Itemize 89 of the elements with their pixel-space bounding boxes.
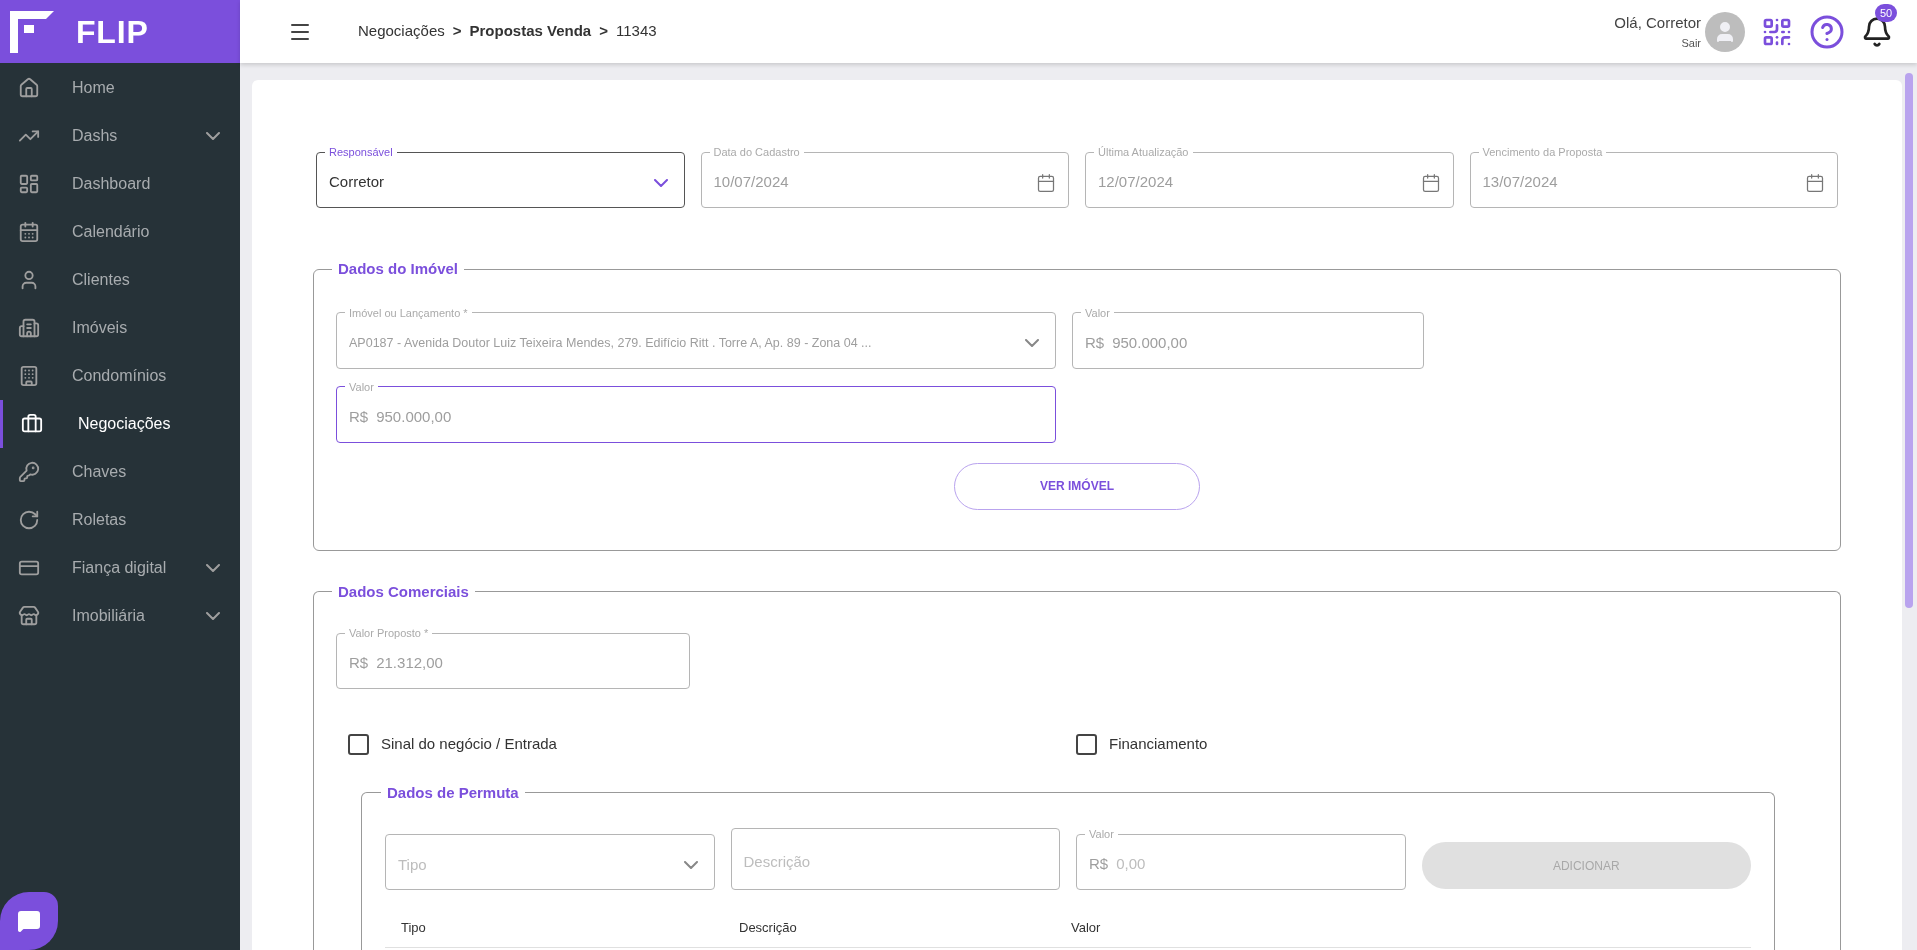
field-label: Imóvel ou Lançamento * bbox=[348, 306, 469, 319]
sidebar-item-label: Dashboard bbox=[72, 174, 152, 194]
column-header: Descrição bbox=[739, 919, 798, 937]
section-title: Dados Comerciais bbox=[337, 581, 470, 602]
sidebar-item[interactable]: Imóveis bbox=[0, 304, 240, 352]
logo-icon bbox=[10, 10, 54, 53]
field-value: Corretor bbox=[329, 172, 385, 193]
breadcrumb-item[interactable]: 11343 bbox=[615, 20, 657, 43]
chat-button[interactable] bbox=[0, 892, 58, 950]
sidebar-item[interactable]: Imobiliária bbox=[0, 592, 240, 640]
sidebar-item[interactable]: Fiança digital bbox=[0, 544, 240, 592]
currency-prefix: R$ bbox=[349, 653, 369, 674]
chevron-down-icon bbox=[206, 564, 220, 572]
sidebar-item-label: Imóveis bbox=[72, 318, 129, 338]
sidebar-item-label: Chaves bbox=[72, 462, 128, 482]
sidebar-item-label: Fiança digital bbox=[72, 558, 168, 578]
field-value: 13/07/2024 bbox=[1482, 172, 1559, 193]
sidebar-item[interactable]: Home bbox=[0, 64, 240, 112]
logo-text: FLIP bbox=[76, 12, 149, 52]
field-value: 21.312,00 bbox=[376, 653, 444, 674]
key-icon bbox=[18, 461, 40, 483]
breadcrumb-separator: > bbox=[452, 21, 462, 42]
field-placeholder: Tipo bbox=[398, 854, 428, 875]
section-title: Dados do Imóvel bbox=[337, 259, 460, 279]
field-label: Última Atualização bbox=[1097, 146, 1190, 158]
field-label: Valor Proposto * bbox=[348, 627, 430, 639]
column-header: Tipo bbox=[401, 919, 427, 937]
currency-prefix: R$ bbox=[1089, 854, 1109, 875]
field-label: Data do Cadastro bbox=[712, 146, 801, 158]
calendar-icon bbox=[18, 221, 40, 243]
building-icon bbox=[18, 365, 40, 387]
breadcrumb-separator: > bbox=[599, 21, 608, 42]
checkbox-label: Sinal do negócio / Entrada bbox=[381, 734, 557, 754]
sidebar-item-label: Condomínios bbox=[72, 366, 168, 386]
field-label: Valor bbox=[348, 380, 375, 393]
sidebar-item-label: Dashs bbox=[72, 126, 119, 146]
field-value: 950.000,00 bbox=[376, 406, 453, 427]
sidebar-item[interactable]: Calendário bbox=[0, 208, 240, 256]
chevron-down-icon bbox=[1025, 339, 1039, 347]
user-greeting: Olá, Corretor bbox=[1614, 13, 1701, 33]
section-title: Dados de Permuta bbox=[386, 782, 520, 803]
store-icon bbox=[18, 605, 40, 627]
field-label: Valor bbox=[1088, 828, 1115, 840]
sidebar-item-label: Roletas bbox=[72, 510, 128, 530]
notification-bell-icon[interactable] bbox=[1861, 15, 1893, 48]
column-header: Valor bbox=[1071, 919, 1102, 937]
checkbox-label: Financiamento bbox=[1109, 734, 1208, 754]
field-value: AP0187 - Avenida Doutor Luiz Teixeira Mendes, 279. Edifício Ritt . Torre A, Ap. 89 - Zona 04 ... bbox=[349, 334, 873, 352]
field-value: 950.000,00 bbox=[1112, 332, 1189, 353]
sidebar-item-label: Clientes bbox=[72, 270, 131, 290]
sidebar-item-label: Imobiliária bbox=[72, 606, 146, 626]
chevron-down-icon bbox=[683, 861, 698, 869]
currency-prefix: R$ bbox=[349, 406, 369, 427]
field-value: 10/07/2024 bbox=[713, 172, 790, 193]
field-label: Vencimento da Proposta bbox=[1481, 146, 1604, 158]
dashboard-icon bbox=[18, 173, 40, 195]
house-icon bbox=[18, 317, 40, 339]
rotate-icon bbox=[18, 509, 40, 531]
select-field[interactable]: Responsável Corretor bbox=[316, 146, 685, 208]
sidebar-item-label: Calendário bbox=[72, 222, 151, 242]
logout-link[interactable]: Sair bbox=[1681, 34, 1701, 51]
breadcrumb-item[interactable]: Negociações bbox=[358, 20, 445, 43]
sidebar-item[interactable]: Roletas bbox=[0, 496, 240, 544]
chat-icon bbox=[17, 909, 41, 933]
chevron-down-icon bbox=[653, 178, 668, 187]
help-icon[interactable] bbox=[1809, 13, 1845, 50]
field-label: Valor bbox=[1084, 306, 1111, 319]
sidebar-item[interactable]: Chaves bbox=[0, 448, 240, 496]
field-label: Responsável bbox=[328, 146, 394, 158]
field-placeholder: 0,00 bbox=[1116, 854, 1147, 875]
sidebar-item[interactable]: Dashboard bbox=[0, 160, 240, 208]
field-placeholder: Descrição bbox=[743, 851, 812, 872]
sidebar-item[interactable]: Negociações bbox=[0, 400, 240, 448]
breadcrumb-item[interactable]: Propostas Venda bbox=[469, 20, 592, 43]
chevron-down-icon bbox=[206, 132, 220, 140]
sidebar-item-label: Home bbox=[72, 78, 116, 98]
scroll-bar[interactable] bbox=[1905, 73, 1913, 608]
sidebar-item-label: Negociações bbox=[78, 414, 172, 434]
sidebar-item[interactable]: Clientes bbox=[0, 256, 240, 304]
checkbox[interactable] bbox=[1076, 733, 1097, 755]
checkbox[interactable] bbox=[348, 733, 369, 755]
currency-prefix: R$ bbox=[1085, 332, 1105, 353]
chevron-down-icon bbox=[206, 612, 220, 620]
sidebar-item[interactable]: Dashs bbox=[0, 112, 240, 160]
field-value: 12/07/2024 bbox=[1098, 172, 1175, 193]
briefcase-icon bbox=[21, 413, 43, 435]
home-icon bbox=[18, 77, 40, 99]
notification-badge: 50 bbox=[1875, 3, 1898, 22]
sidebar-item[interactable]: Condomínios bbox=[0, 352, 240, 400]
